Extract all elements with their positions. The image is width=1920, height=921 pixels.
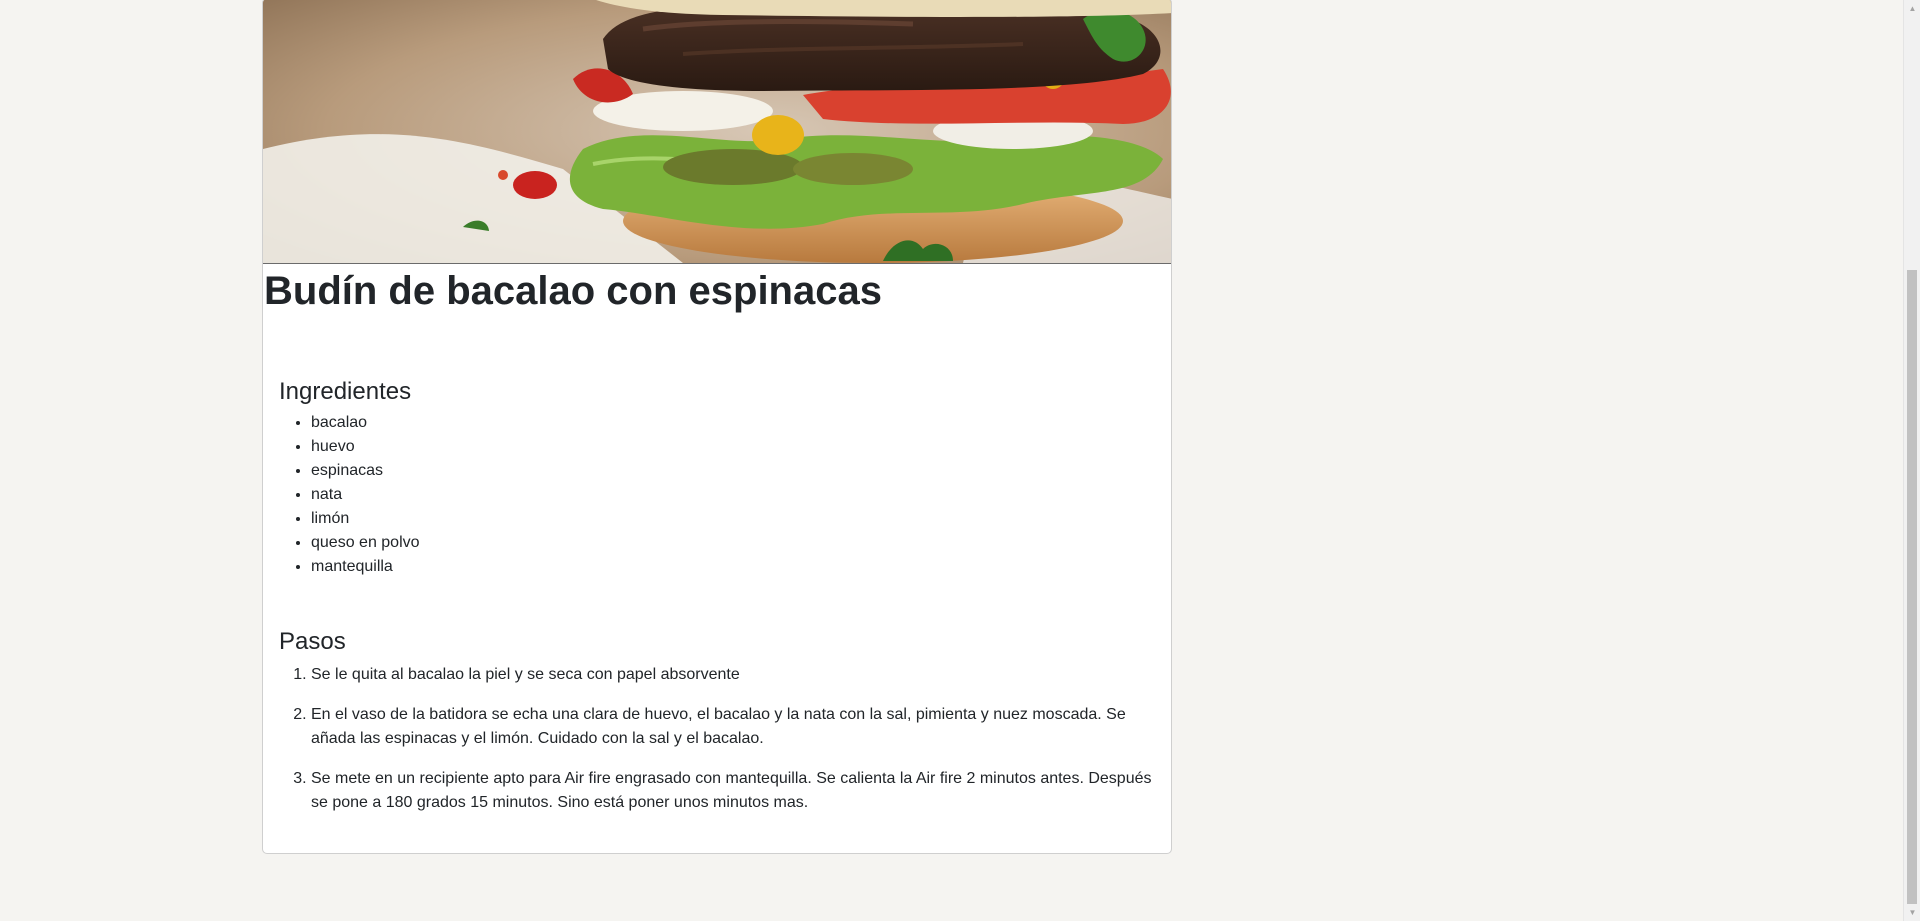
recipe-title: Budín de bacalao con espinacas (264, 269, 882, 313)
steps-list: Se le quita al bacalao la piel y se seca… (279, 663, 1155, 815)
ingredient-item: huevo (311, 435, 1155, 459)
ingredient-item: bacalao (311, 411, 1155, 435)
ingredient-item: queso en polvo (311, 531, 1155, 555)
ingredients-heading: Ingredientes (279, 378, 412, 405)
triangle-down-icon[interactable]: ▼ (1904, 904, 1920, 921)
ingredient-item: limón (311, 507, 1155, 531)
ingredient-item: mantequilla (311, 555, 1155, 579)
page-viewport: Budín de bacalao con espinacas Ingredien… (0, 0, 1920, 921)
ingredient-item: espinacas (311, 459, 1155, 483)
step-item: Se le quita al bacalao la piel y se seca… (311, 663, 1155, 687)
recipe-body: Ingredientes bacalao huevo espinacas nat… (263, 377, 1171, 815)
triangle-up-icon[interactable]: ▲ (1904, 0, 1920, 17)
step-item: En el vaso de la batidora se echa una cl… (311, 703, 1155, 751)
recipe-image (263, 0, 1171, 264)
scrollbar-thumb[interactable] (1907, 270, 1917, 904)
steps-heading: Pasos (279, 628, 346, 655)
recipe-card: Budín de bacalao con espinacas Ingredien… (262, 0, 1172, 854)
step-item: Se mete en un recipiente apto para Air f… (311, 767, 1155, 815)
burger-illustration (263, 0, 1171, 263)
ingredients-list: bacalao huevo espinacas nata limón queso… (279, 411, 1155, 579)
vertical-scrollbar[interactable]: ▲ ▼ (1903, 0, 1920, 921)
ingredient-item: nata (311, 483, 1155, 507)
